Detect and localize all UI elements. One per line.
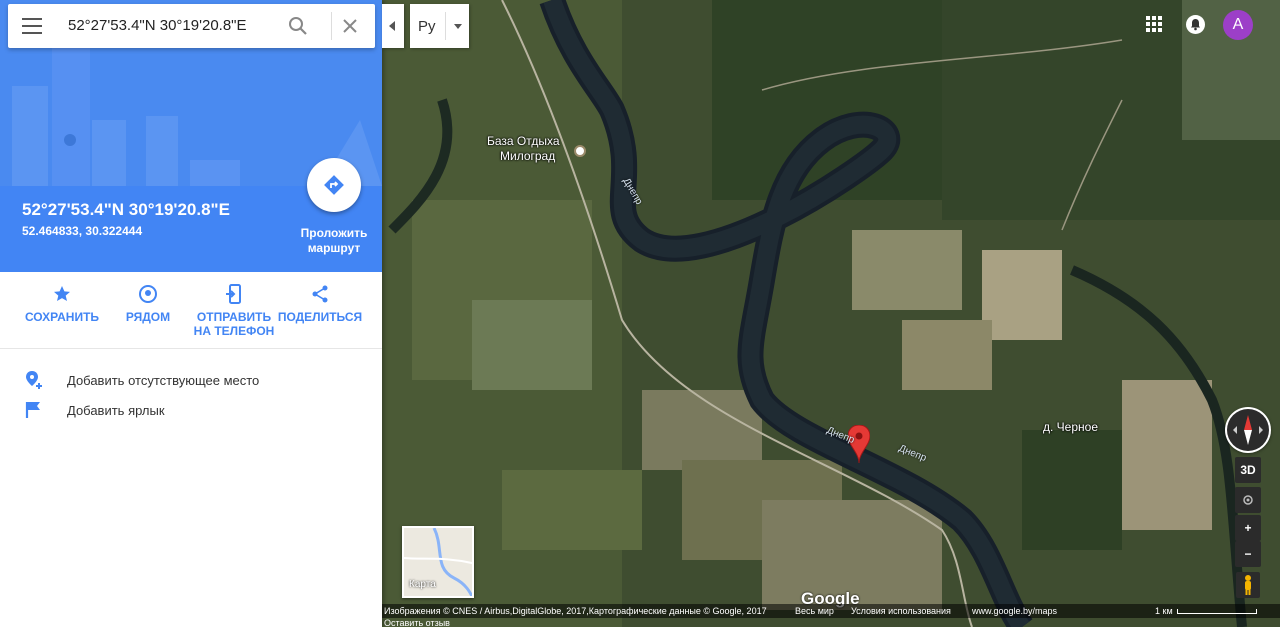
my-location-icon bbox=[1243, 495, 1253, 505]
map-label-village[interactable]: д. Черное bbox=[1043, 420, 1098, 434]
send-to-phone-button[interactable]: ОТПРАВИТЬ НА ТЕЛЕФОН bbox=[189, 284, 279, 338]
search-separator bbox=[331, 12, 332, 40]
send-to-phone-icon bbox=[226, 284, 241, 304]
add-missing-place-link[interactable]: Добавить отсутствующее место bbox=[24, 370, 344, 392]
search-box[interactable]: 52°27'53.4"N 30°19'20.8"E bbox=[8, 4, 375, 48]
directions-label[interactable]: Проложить маршрут bbox=[290, 226, 378, 256]
map-footer: Изображения © CNES / Airbus,DigitalGlobe… bbox=[382, 604, 1280, 618]
street-view-pegman[interactable] bbox=[1236, 572, 1260, 598]
share-label: ПОДЕЛИТЬСЯ bbox=[277, 310, 363, 324]
compass-icon bbox=[1227, 409, 1269, 451]
search-icon[interactable] bbox=[288, 16, 308, 36]
add-place-icon bbox=[26, 371, 42, 389]
language-separator bbox=[445, 12, 446, 40]
language-label: Ру bbox=[418, 18, 436, 35]
compass-control[interactable] bbox=[1225, 407, 1271, 453]
google-maps-app: База Отдыха Милоград Днепр Днепр Днепр д… bbox=[0, 0, 1280, 627]
add-label-label: Добавить ярлык bbox=[67, 403, 165, 418]
send-to-phone-label-2: НА ТЕЛЕФОН bbox=[193, 324, 275, 338]
pegman-icon bbox=[1245, 575, 1251, 595]
add-label-link[interactable]: Добавить ярлык bbox=[24, 400, 344, 422]
flag-icon bbox=[25, 402, 40, 418]
save-button[interactable]: СОХРАНИТЬ bbox=[17, 284, 107, 324]
my-location-button[interactable] bbox=[1235, 487, 1261, 513]
chevron-left-icon bbox=[389, 21, 395, 31]
place-decimal-coords: 52.464833, 30.322444 bbox=[22, 224, 143, 238]
bell-icon bbox=[1191, 19, 1200, 31]
directions-icon bbox=[324, 175, 344, 195]
url-link[interactable]: www.google.by/maps bbox=[972, 606, 1057, 616]
directions-label-line2: маршрут bbox=[307, 241, 361, 255]
place-panel: 52°27'53.4"N 30°19'20.8"E 52.464833, 30.… bbox=[0, 0, 382, 627]
add-missing-place-label: Добавить отсутствующее место bbox=[67, 373, 260, 388]
nearby-button[interactable]: РЯДОМ bbox=[103, 284, 193, 324]
collapse-panel-button[interactable] bbox=[382, 4, 404, 48]
terms-link[interactable]: Условия использования bbox=[851, 606, 951, 616]
world-link[interactable]: Весь мир bbox=[795, 606, 834, 616]
satellite-map[interactable] bbox=[382, 0, 1280, 627]
poi-marker-icon[interactable] bbox=[574, 145, 586, 157]
directions-button[interactable] bbox=[307, 158, 361, 212]
chevron-down-icon bbox=[454, 24, 462, 29]
feedback-link[interactable]: Оставить отзыв bbox=[384, 618, 450, 627]
view-3d-button[interactable]: 3D bbox=[1235, 457, 1261, 483]
scale-label[interactable]: 1 км bbox=[1155, 606, 1173, 616]
search-input[interactable]: 52°27'53.4"N 30°19'20.8"E bbox=[68, 17, 247, 34]
minimap-label: Карта bbox=[409, 579, 436, 590]
zoom-in-button[interactable]: + bbox=[1235, 515, 1261, 541]
menu-icon[interactable] bbox=[22, 18, 42, 34]
close-icon[interactable] bbox=[340, 16, 360, 36]
apps-grid-icon[interactable] bbox=[1146, 16, 1162, 32]
map-label-base-name[interactable]: База Отдыха bbox=[487, 134, 560, 148]
map-type-toggle[interactable]: Карта bbox=[402, 526, 474, 598]
satellite-imagery[interactable] bbox=[382, 0, 1280, 627]
attribution-text: Изображения © CNES / Airbus,DigitalGlobe… bbox=[384, 606, 767, 616]
zoom-out-button[interactable]: − bbox=[1235, 541, 1261, 567]
scale-bar[interactable] bbox=[1177, 609, 1257, 614]
place-title: 52°27'53.4"N 30°19'20.8"E bbox=[22, 200, 230, 219]
directions-label-line1: Проложить bbox=[300, 226, 368, 240]
language-dropdown[interactable]: Ру bbox=[410, 4, 469, 48]
nearby-icon bbox=[139, 285, 157, 303]
share-button[interactable]: ПОДЕЛИТЬСЯ bbox=[275, 284, 365, 324]
star-icon bbox=[54, 286, 70, 301]
divider bbox=[0, 348, 382, 349]
nearby-label: РЯДОМ bbox=[125, 310, 171, 324]
share-icon bbox=[312, 285, 328, 303]
send-to-phone-label-1: ОТПРАВИТЬ bbox=[196, 310, 272, 324]
notifications-icon[interactable] bbox=[1186, 15, 1205, 34]
map-label-base-name-2[interactable]: Милоград bbox=[500, 149, 555, 163]
save-label: СОХРАНИТЬ bbox=[24, 310, 100, 324]
account-avatar[interactable]: A bbox=[1223, 10, 1253, 40]
